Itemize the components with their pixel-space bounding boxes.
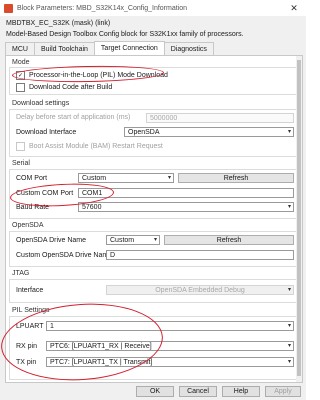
title-bar: Block Parameters: MBD_S32K14x_Config_Inf…: [0, 0, 306, 16]
rx-pin-value: PTC6: [LPUART1_RX | Receive]: [50, 342, 152, 350]
block-name: MBDTBX_EC_S32K (mask) (link): [6, 20, 111, 27]
download-interface-label: Download Interface: [16, 129, 77, 136]
tx-pin-select[interactable]: PTC7: [LPUART1_TX | Transmit] ▾: [46, 357, 294, 367]
block-description: Model-Based Design Toolbox Config block …: [6, 31, 244, 38]
chevron-down-icon: ▾: [287, 343, 291, 349]
tab-mcu[interactable]: MCU: [5, 42, 35, 55]
custom-opensda-drive-label: Custom OpenSDA Drive Name: [16, 252, 113, 259]
window-title: Block Parameters: MBD_S32K14x_Config_Inf…: [17, 4, 188, 12]
opensda-drive-label: OpenSDA Drive Name: [16, 237, 87, 244]
com-port-value: Custom: [82, 174, 107, 182]
jtag-group-label: JTAG: [12, 270, 30, 277]
opensda-group-label: OpenSDA: [12, 222, 44, 229]
vertical-scrollbar[interactable]: [296, 56, 302, 382]
com-port-label: COM Port: [16, 175, 48, 182]
download-after-build-checkbox[interactable]: [16, 83, 25, 92]
opensda-refresh-button[interactable]: Refresh: [164, 235, 294, 245]
lpuart-select[interactable]: 1 ▾: [46, 321, 294, 331]
dialog-window: Block Parameters: MBD_S32K14x_Config_Inf…: [0, 0, 306, 400]
custom-com-port-field[interactable]: COM1: [78, 188, 294, 198]
mode-group-label: Mode: [12, 59, 30, 66]
app-icon: [4, 3, 13, 13]
serial-group-label: Serial: [12, 160, 30, 167]
apply-button[interactable]: Apply: [265, 386, 301, 397]
tx-pin-label: TX pin: [16, 359, 37, 366]
jtag-interface-label: Interface: [16, 287, 44, 294]
download-after-build-label: Download Code after Build: [29, 84, 113, 91]
delay-field[interactable]: 5000000: [146, 113, 294, 123]
download-interface-value: OpenSDA: [128, 128, 160, 136]
baud-rate-value: 57600: [82, 203, 102, 211]
scrollbar-thumb[interactable]: [297, 60, 301, 376]
tab-panel: Mode ✓ Processor-in-the-Loop (PIL) Mode …: [0, 55, 303, 386]
opensda-drive-select[interactable]: Custom ▾: [106, 235, 160, 245]
com-port-select[interactable]: Custom ▾: [78, 173, 174, 183]
rx-pin-label: RX pin: [16, 343, 38, 350]
jtag-interface-value: OpenSDA Embedded Debug: [155, 286, 245, 294]
tab-build-toolchain[interactable]: Build Toolchain: [33, 42, 95, 55]
chevron-down-icon: ▾: [287, 287, 291, 293]
chevron-down-icon: ▾: [287, 359, 291, 365]
baud-rate-select[interactable]: 57600 ▾: [78, 202, 294, 212]
custom-com-port-label: Custom COM Port: [16, 190, 74, 197]
pil-mode-row[interactable]: ✓ Processor-in-the-Loop (PIL) Mode Downl…: [16, 71, 168, 80]
lpuart-label: LPUART: [16, 323, 44, 330]
bam-label: Boot Assist Module (BAM) Restart Request: [29, 143, 163, 150]
chevron-down-icon: ▾: [287, 323, 291, 329]
baud-rate-label: Baud Rate: [16, 204, 50, 211]
opensda-drive-value: Custom: [110, 236, 135, 244]
dialog-footer: OK Cancel Help Apply: [0, 383, 306, 400]
help-button[interactable]: Help: [222, 386, 260, 397]
delay-label: Delay before start of application (ms): [16, 114, 131, 121]
ok-button[interactable]: OK: [136, 386, 174, 397]
close-icon[interactable]: ✕: [282, 0, 306, 16]
tab-bar: MCU Build Toolchain Target Connection Di…: [5, 41, 214, 55]
bam-checkbox[interactable]: [16, 142, 25, 151]
tx-pin-value: PTC7: [LPUART1_TX | Transmit]: [50, 358, 153, 366]
chevron-down-icon: ▾: [287, 204, 291, 210]
pil-mode-label: Processor-in-the-Loop (PIL) Mode Downloa…: [29, 72, 168, 79]
pil-settings-group-label: PIL Settings: [12, 307, 50, 314]
cancel-button[interactable]: Cancel: [179, 386, 217, 397]
bam-row[interactable]: Boot Assist Module (BAM) Restart Request: [16, 142, 163, 151]
rx-pin-select[interactable]: PTC6: [LPUART1_RX | Receive] ▾: [46, 341, 294, 351]
jtag-interface-select[interactable]: OpenSDA Embedded Debug ▾: [106, 285, 294, 295]
pil-mode-checkbox[interactable]: ✓: [16, 71, 25, 80]
custom-opensda-drive-field[interactable]: D: [106, 250, 294, 260]
com-refresh-button[interactable]: Refresh: [178, 173, 294, 183]
lpuart-value: 1: [50, 322, 54, 330]
chevron-down-icon: ▾: [153, 237, 157, 243]
tab-target-connection[interactable]: Target Connection: [93, 41, 165, 55]
download-after-build-row[interactable]: Download Code after Build: [16, 83, 112, 92]
download-interface-select[interactable]: OpenSDA ▾: [124, 127, 294, 137]
chevron-down-icon: ▾: [167, 175, 171, 181]
chevron-down-icon: ▾: [287, 129, 291, 135]
tab-diagnostics[interactable]: Diagnostics: [163, 42, 214, 55]
download-group-label: Download settings: [12, 100, 70, 107]
